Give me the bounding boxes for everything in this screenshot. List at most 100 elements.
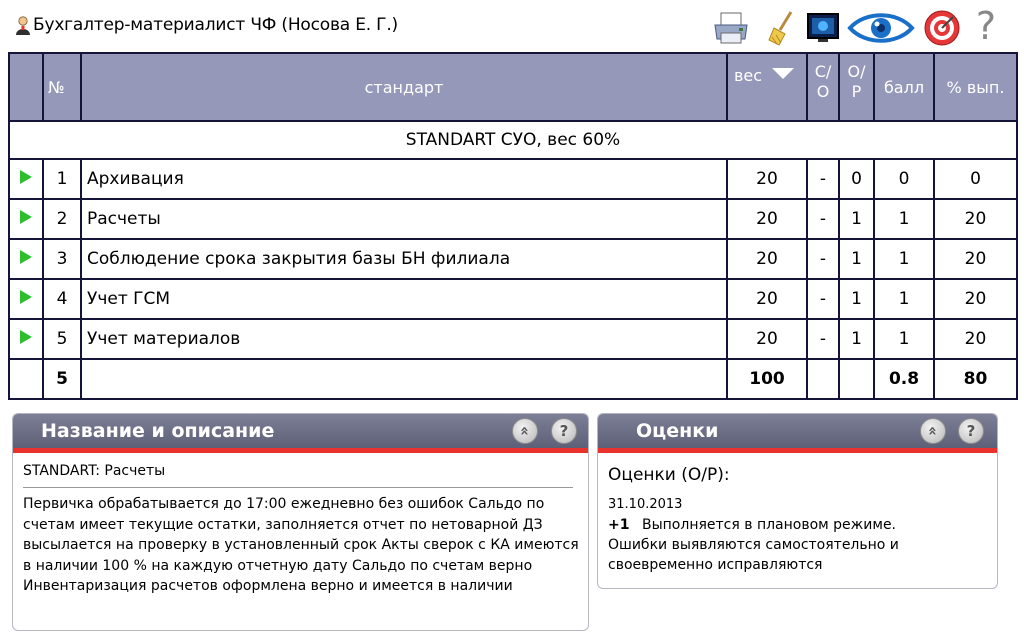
row-op: 1 — [838, 278, 875, 320]
app-header: Бухгалтер-материалист ЧФ (Носова Е. Г.) — [0, 0, 1024, 52]
evaluations-heading: Оценки (О/Р): — [608, 465, 730, 485]
row-score: 0 — [873, 158, 935, 200]
row-so: - — [806, 198, 840, 240]
column-header-so[interactable]: С/О — [806, 52, 840, 122]
column-header-so-top: С/ — [814, 62, 832, 81]
row-num: 3 — [42, 238, 82, 280]
standard-description: Первичка обрабатывается до 17:00 ежеднев… — [23, 496, 579, 594]
divider — [23, 487, 573, 488]
help-icon: ? — [975, 4, 997, 48]
row-expand-button[interactable] — [8, 318, 44, 360]
row-expand-button[interactable] — [8, 158, 44, 200]
goals-button[interactable] — [922, 8, 962, 48]
eye-icon — [847, 13, 915, 43]
total-row: 5 100 0.8 80 — [8, 358, 1018, 400]
column-header-weight[interactable]: вес — [726, 52, 808, 122]
view-button[interactable] — [846, 8, 916, 48]
row-weight: 20 — [726, 318, 808, 360]
play-icon — [20, 170, 32, 184]
sort-desc-icon — [772, 68, 795, 79]
row-score: 1 — [873, 238, 935, 280]
help-icon: ? — [966, 422, 976, 440]
row-so: - — [806, 278, 840, 320]
table-row[interactable]: 2 Расчеты 20 - 1 1 20 — [8, 198, 1018, 240]
evaluations-panel-body: Оценки (О/Р): 31.10.2013 +1 Выполняется … — [598, 453, 997, 575]
row-score: 1 — [873, 278, 935, 320]
column-header-op-top: О/ — [847, 62, 866, 81]
print-button[interactable] — [711, 8, 751, 48]
row-score: 1 — [873, 198, 935, 240]
column-header-percent[interactable]: % вып. — [933, 52, 1018, 122]
standards-table: № стандарт вес С/О О/Р балл % вып. STAND… — [8, 52, 1018, 400]
row-expand-button[interactable] — [8, 278, 44, 320]
row-op: 1 — [838, 238, 875, 280]
clear-button[interactable] — [762, 8, 802, 48]
collapse-button[interactable]: « — [512, 418, 538, 444]
row-so: - — [806, 158, 840, 200]
row-weight: 20 — [726, 158, 808, 200]
evaluations-panel-header: Оценки « ? — [598, 414, 997, 448]
play-icon — [20, 250, 32, 264]
user-icon — [16, 16, 30, 35]
total-num: 5 — [42, 358, 82, 400]
evaluations-panel-title: Оценки — [636, 420, 719, 442]
row-standard-name[interactable]: Архивация — [80, 158, 728, 200]
column-header-expand — [8, 52, 44, 122]
row-percent: 20 — [933, 278, 1018, 320]
table-row[interactable]: 4 Учет ГСМ 20 - 1 1 20 — [8, 278, 1018, 320]
description-panel-header: Название и описание « ? — [13, 414, 588, 448]
row-op: 1 — [838, 198, 875, 240]
description-panel: Название и описание « ? STANDART: Расчет… — [12, 413, 589, 631]
broom-icon — [768, 11, 793, 46]
table-row[interactable]: 3 Соблюдение срока закрытия базы БН фили… — [8, 238, 1018, 280]
total-blank — [80, 358, 728, 400]
target-icon — [924, 10, 960, 46]
column-header-num[interactable]: № — [42, 52, 82, 122]
row-percent: 20 — [933, 198, 1018, 240]
evaluation-date: 31.10.2013 — [608, 497, 683, 512]
row-num: 1 — [42, 158, 82, 200]
total-blank — [838, 358, 875, 400]
help-icon: ? — [559, 422, 569, 440]
table-row[interactable]: 5 Учет материалов 20 - 1 1 20 — [8, 318, 1018, 360]
column-header-so-bottom: О — [816, 82, 830, 101]
column-header-op[interactable]: О/Р — [838, 52, 875, 122]
row-weight: 20 — [726, 278, 808, 320]
play-icon — [20, 210, 32, 224]
section-row: STANDART СУО, вес 60% — [8, 120, 1018, 160]
evaluations-panel: Оценки « ? Оценки (О/Р): 31.10.2013 +1 В… — [597, 413, 998, 589]
evaluation-text: Выполняется в плановом режиме. Ошибки вы… — [608, 517, 899, 573]
row-percent: 0 — [933, 158, 1018, 200]
row-expand-button[interactable] — [8, 198, 44, 240]
row-percent: 20 — [933, 318, 1018, 360]
row-num: 4 — [42, 278, 82, 320]
table-row[interactable]: 1 Архивация 20 - 0 0 0 — [8, 158, 1018, 200]
row-standard-name[interactable]: Соблюдение срока закрытия базы БН филиал… — [80, 238, 728, 280]
collapse-icon: « — [515, 426, 534, 436]
help-button[interactable]: ? — [966, 6, 1006, 46]
row-score: 1 — [873, 318, 935, 360]
column-header-standard[interactable]: стандарт — [80, 52, 728, 122]
screen-button[interactable] — [803, 8, 843, 48]
row-standard-name[interactable]: Учет ГСМ — [80, 278, 728, 320]
row-standard-name[interactable]: Учет материалов — [80, 318, 728, 360]
collapse-icon: « — [923, 426, 942, 436]
column-header-op-bottom: Р — [851, 82, 862, 101]
row-percent: 20 — [933, 238, 1018, 280]
monitor-icon — [807, 13, 839, 42]
collapse-button[interactable]: « — [920, 418, 946, 444]
row-num: 2 — [42, 198, 82, 240]
evaluation-entry: +1 Выполняется в плановом режиме. Ошибки… — [608, 515, 997, 575]
description-panel-body: STANDART: Расчеты Первичка обрабатываетс… — [13, 453, 588, 597]
total-score: 0.8 — [873, 358, 935, 400]
total-weight: 100 — [726, 358, 808, 400]
total-percent: 80 — [933, 358, 1018, 400]
printer-icon — [714, 12, 748, 44]
row-expand-button[interactable] — [8, 238, 44, 280]
panel-help-button[interactable]: ? — [958, 418, 984, 444]
total-blank — [8, 358, 44, 400]
column-header-score[interactable]: балл — [873, 52, 935, 122]
row-standard-name[interactable]: Расчеты — [80, 198, 728, 240]
row-so: - — [806, 238, 840, 280]
panel-help-button[interactable]: ? — [551, 418, 577, 444]
